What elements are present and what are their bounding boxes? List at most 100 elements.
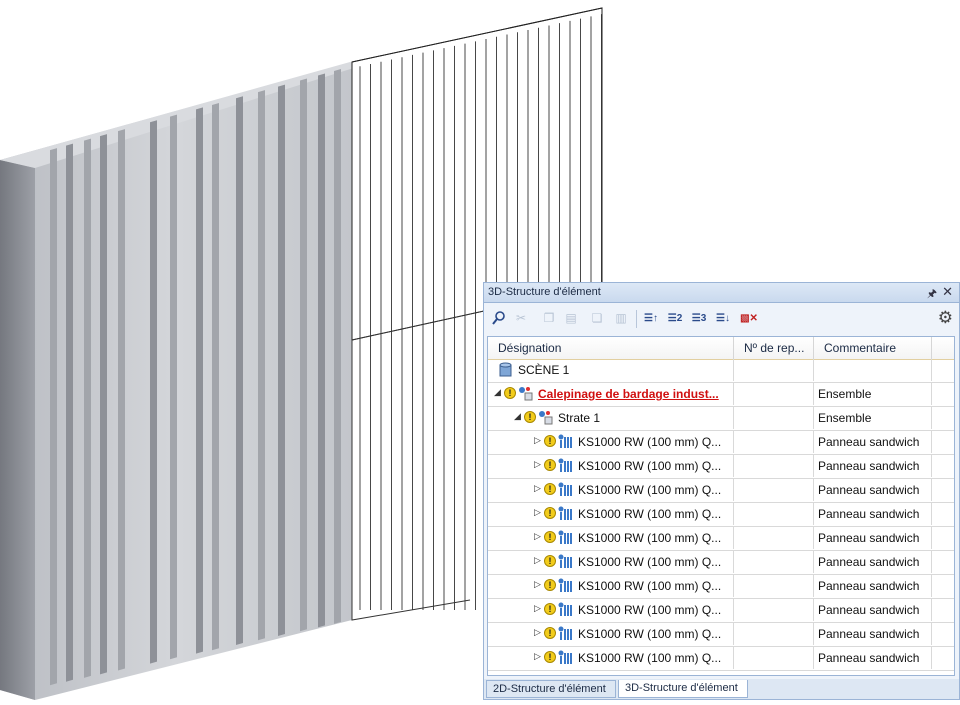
column-header-designation[interactable]: Désignation (488, 337, 734, 359)
row-label: KS1000 RW (100 mm) Q... (578, 555, 722, 569)
tree-header: Désignation Nº de rep... Commentaire (488, 337, 954, 360)
warning-icon: ! (544, 651, 556, 663)
delete-icon[interactable]: ▥ (612, 309, 630, 327)
expand-arrow-icon[interactable]: ▷ (534, 579, 541, 590)
panel-titlebar: 3D-Structure d'élément 🖈 ✕ (484, 283, 959, 303)
panel-icon (558, 650, 574, 665)
cell-designation: ▷! KS1000 RW (100 mm) Q... (488, 527, 734, 549)
panel-icon (558, 482, 574, 497)
warning-icon: ! (544, 579, 556, 591)
expand-arrow-icon[interactable]: ▷ (534, 627, 541, 638)
expand-arrow-icon[interactable]: ▷ (534, 603, 541, 614)
panel-toolbar: ✂ ❐ ▤ ❏ ▥ ☰↑ ☰2 ☰3 ☰↓ ▧✕ ⚙ (486, 306, 957, 332)
cell-designation: ▷! KS1000 RW (100 mm) Q... (488, 647, 734, 669)
wall-rib (318, 73, 325, 628)
cut-icon[interactable]: ✂ (512, 309, 530, 327)
cell-comment: Panneau sandwich (814, 551, 932, 573)
tree-row[interactable]: ▷! KS1000 RW (100 mm) Q... Panneau sandwic… (488, 431, 954, 455)
wall-side-face (0, 160, 35, 700)
wall-rib (84, 138, 91, 678)
sort-2-icon[interactable]: ☰2 (666, 309, 684, 327)
tab-3d-structure[interactable]: 3D-Structure d'élément (618, 680, 748, 698)
warning-icon: ! (524, 411, 536, 423)
cell-number (734, 455, 814, 477)
cell-comment: Panneau sandwich (814, 455, 932, 477)
wall-rib (150, 120, 157, 664)
row-label: KS1000 RW (100 mm) Q... (578, 531, 722, 545)
expand-arrow-icon[interactable]: ▷ (534, 507, 541, 518)
tree-row[interactable]: ▷! KS1000 RW (100 mm) Q... Panneau sandwic… (488, 647, 954, 671)
tree-row[interactable]: ▷! KS1000 RW (100 mm) Q... Panneau sandwic… (488, 455, 954, 479)
warning-icon: ! (544, 531, 556, 543)
tree-row[interactable]: ▷! KS1000 RW (100 mm) Q... Panneau sandwic… (488, 503, 954, 527)
structure-tree[interactable]: Désignation Nº de rep... Commentaire SCÈ… (487, 336, 955, 676)
gear-icon[interactable]: ⚙ (938, 308, 953, 328)
cell-number (734, 551, 814, 573)
wall-rib (212, 102, 219, 651)
wire-outline-bottom (351, 340, 471, 621)
element-structure-panel: 3D-Structure d'élément 🖈 ✕ ✂ ❐ ▤ ❏ ▥ ☰↑ … (483, 282, 960, 700)
column-header-comment[interactable]: Commentaire (814, 337, 932, 359)
cell-comment: Panneau sandwich (814, 575, 932, 597)
tree-rows: SCÈNE 1 ◢! Calepinage de bardage indust...… (488, 359, 954, 671)
warning-icon: ! (544, 507, 556, 519)
tree-row[interactable]: ▷! KS1000 RW (100 mm) Q... Panneau sandwic… (488, 623, 954, 647)
panel-icon (558, 578, 574, 593)
cell-number (734, 407, 814, 429)
tree-row[interactable]: ▷! KS1000 RW (100 mm) Q... Panneau sandwic… (488, 479, 954, 503)
expand-arrow-icon[interactable]: ▷ (534, 531, 541, 542)
tree-row[interactable]: ◢! Strate 1 Ensemble (488, 407, 954, 431)
cell-comment: Panneau sandwich (814, 599, 932, 621)
cell-comment: Ensemble (814, 383, 932, 405)
row-label: KS1000 RW (100 mm) Q... (578, 579, 722, 593)
cell-designation: ▷! KS1000 RW (100 mm) Q... (488, 431, 734, 453)
panel-icon (558, 626, 574, 641)
expand-arrow-icon[interactable]: ▷ (534, 555, 541, 566)
expand-arrow-icon[interactable]: ▷ (534, 459, 541, 470)
copy-icon[interactable]: ❐ (540, 309, 558, 327)
tree-row[interactable]: SCÈNE 1 (488, 359, 954, 383)
panel-tabs: 2D-Structure d'élément 3D-Structure d'él… (484, 679, 959, 699)
cell-designation: ▷! KS1000 RW (100 mm) Q... (488, 599, 734, 621)
tree-row[interactable]: ▷! KS1000 RW (100 mm) Q... Panneau sandwic… (488, 527, 954, 551)
duplicate-icon[interactable]: ❏ (588, 309, 606, 327)
pin-icon[interactable]: 🖈 (927, 285, 937, 304)
tree-row[interactable]: ▷! KS1000 RW (100 mm) Q... Panneau sandwic… (488, 575, 954, 599)
row-label: KS1000 RW (100 mm) Q... (578, 603, 722, 617)
tree-row[interactable]: ▷! KS1000 RW (100 mm) Q... Panneau sandwic… (488, 551, 954, 575)
cell-designation: ▷! KS1000 RW (100 mm) Q... (488, 479, 734, 501)
cell-comment: Panneau sandwich (814, 479, 932, 501)
cell-comment (814, 359, 932, 381)
collapse-arrow-icon[interactable]: ◢ (514, 411, 521, 422)
cell-comment: Panneau sandwich (814, 623, 932, 645)
cell-designation: ▷! KS1000 RW (100 mm) Q... (488, 623, 734, 645)
warning-icon: ! (544, 555, 556, 567)
warning-icon: ! (544, 459, 556, 471)
sort-1-icon[interactable]: ☰↑ (642, 309, 660, 327)
tree-row[interactable]: ◢! Calepinage de bardage indust... Ensembl… (488, 383, 954, 407)
warning-icon: ! (544, 627, 556, 639)
wall-rib (236, 96, 243, 646)
cell-number (734, 431, 814, 453)
row-label: KS1000 RW (100 mm) Q... (578, 627, 722, 641)
panel-icon (558, 434, 574, 449)
close-icon[interactable]: ✕ (942, 284, 953, 300)
expand-arrow-icon[interactable]: ▷ (534, 651, 541, 662)
collapse-arrow-icon[interactable]: ◢ (494, 387, 501, 398)
sort-3-icon[interactable]: ☰3 (690, 309, 708, 327)
find-icon[interactable] (490, 309, 508, 327)
column-header-number[interactable]: Nº de rep... (734, 337, 814, 359)
expand-arrow-icon[interactable]: ▷ (534, 435, 541, 446)
tree-row[interactable]: ▷! KS1000 RW (100 mm) Q... Panneau sandwic… (488, 599, 954, 623)
warning-icon: ! (544, 483, 556, 495)
cell-designation: ▷! KS1000 RW (100 mm) Q... (488, 455, 734, 477)
sort-list-icon[interactable]: ☰↓ (714, 309, 732, 327)
warning-icon: ! (544, 603, 556, 615)
tab-2d-structure[interactable]: 2D-Structure d'élément (486, 680, 616, 698)
cell-number (734, 359, 814, 381)
panel-icon (558, 506, 574, 521)
clear-filter-icon[interactable]: ▧✕ (740, 309, 758, 327)
paste-icon[interactable]: ▤ (562, 309, 580, 327)
wall-rib (278, 84, 285, 636)
expand-arrow-icon[interactable]: ▷ (534, 483, 541, 494)
